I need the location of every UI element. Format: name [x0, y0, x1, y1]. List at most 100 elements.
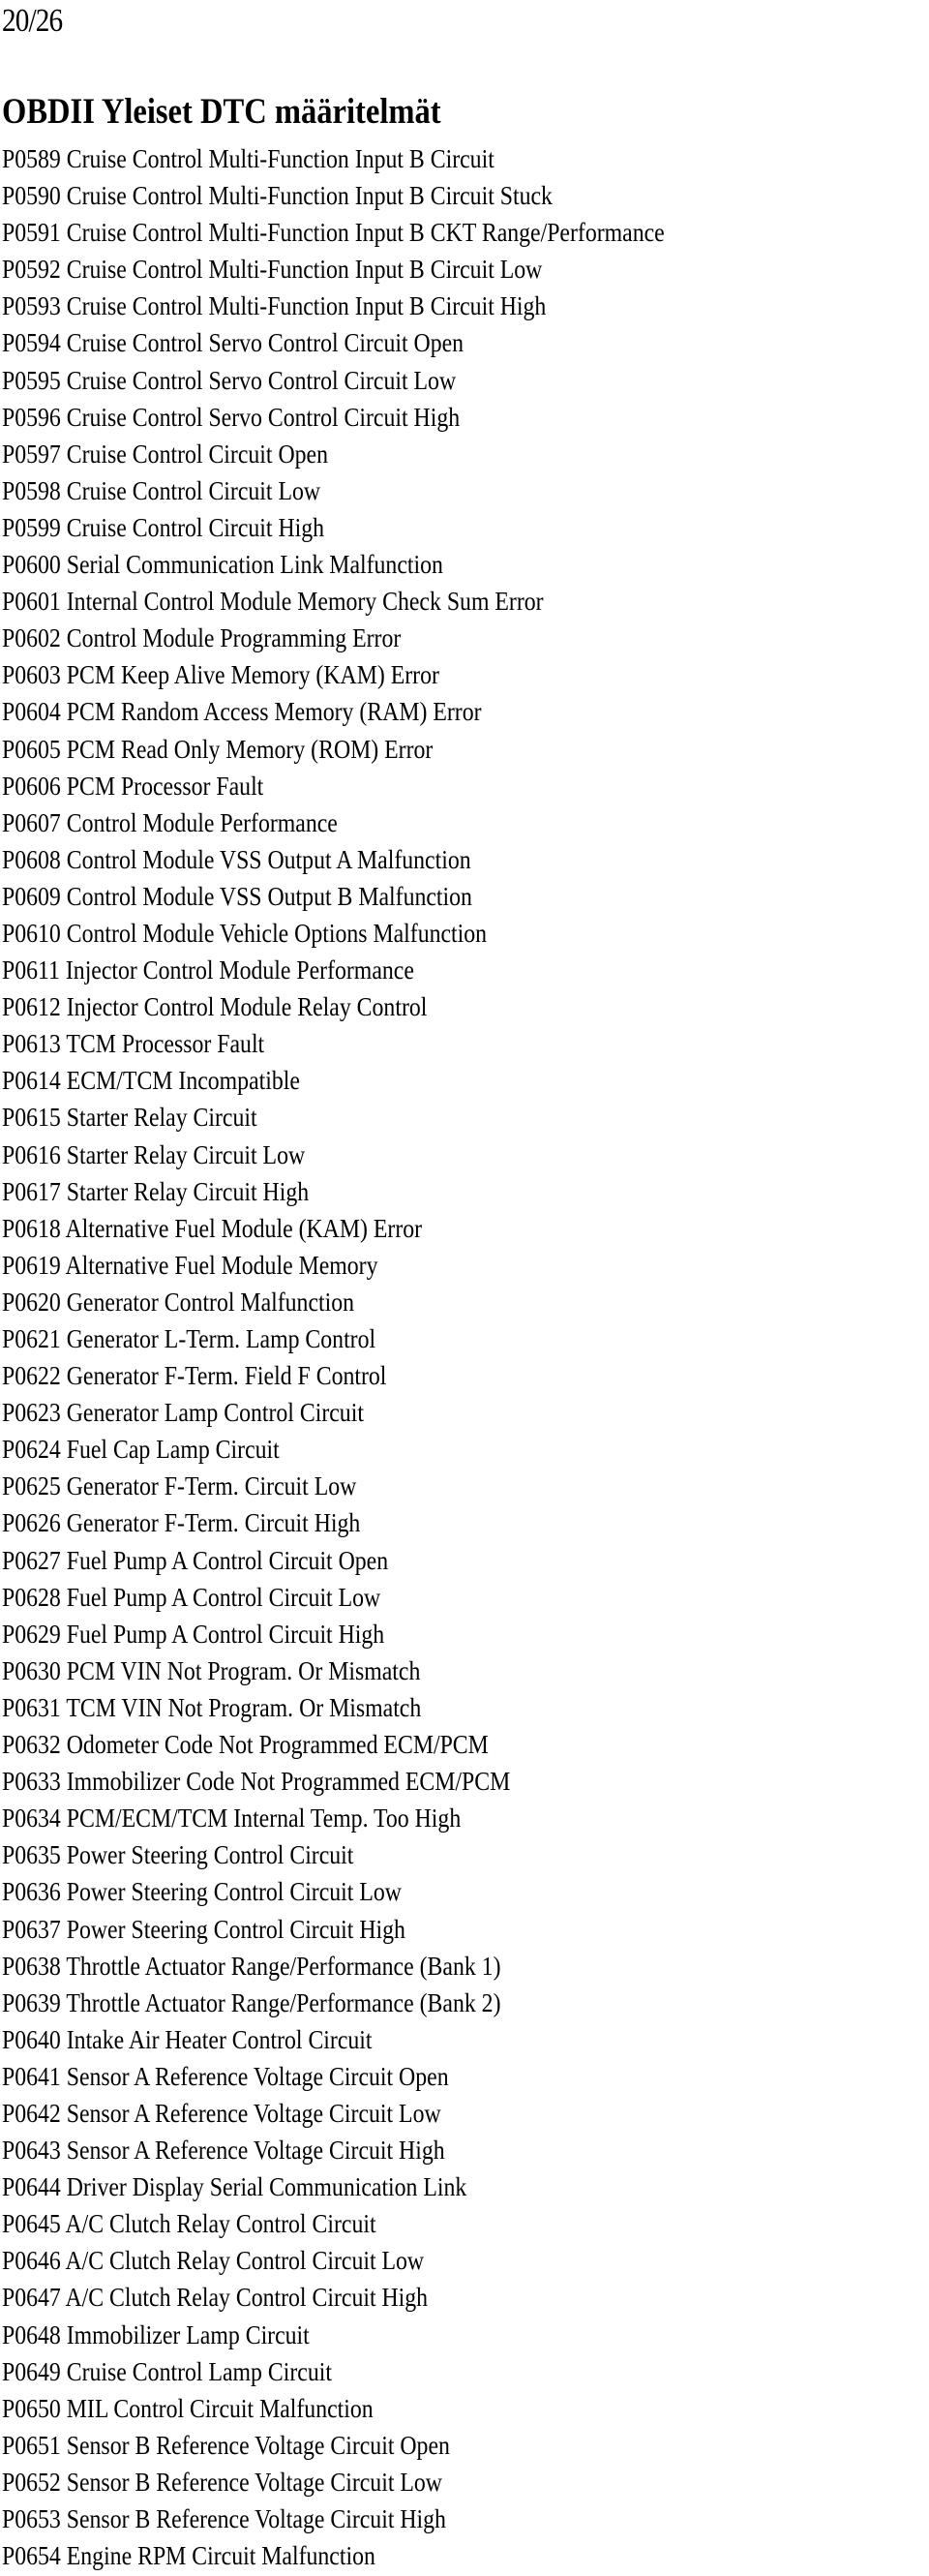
dtc-code: P0621: [2, 1323, 61, 1353]
dtc-code: P0614: [2, 1065, 61, 1096]
dtc-description: Sensor A Reference Voltage Circuit High: [66, 2135, 445, 2166]
dtc-description: Throttle Actuator Range/Performance (Ban…: [66, 1986, 501, 2017]
dtc-code: P0611: [2, 955, 60, 985]
dtc-description: Generator F-Term. Field F Control: [66, 1360, 387, 1391]
dtc-row: P0634 PCM/ECM/TCM Internal Temp. Too Hig…: [2, 1800, 665, 1836]
dtc-row: P0623 Generator Lamp Control Circuit: [2, 1394, 665, 1431]
dtc-row: P0646 A/C Clutch Relay Control Circuit L…: [2, 2242, 665, 2279]
dtc-description: Generator Lamp Control Circuit: [66, 1397, 364, 1428]
dtc-description: Alternative Fuel Module Memory: [65, 1249, 378, 1280]
dtc-row: P0625 Generator F-Term. Circuit Low: [2, 1468, 665, 1504]
dtc-description: Cruise Control Multi-Function Input B Ci…: [66, 290, 547, 321]
dtc-code: P0590: [2, 180, 61, 211]
dtc-description: Control Module VSS Output A Malfunction: [66, 843, 471, 874]
dtc-description: Cruise Control Lamp Circuit: [66, 2355, 332, 2386]
dtc-row: P0613 TCM Processor Fault: [2, 1025, 665, 1062]
dtc-row: P0589 Cruise Control Multi-Function Inpu…: [2, 140, 665, 177]
dtc-description: A/C Clutch Relay Control Circuit: [65, 2208, 376, 2239]
dtc-description: Odometer Code Not Programmed ECM/PCM: [66, 1729, 489, 1760]
dtc-row: P0607 Control Module Performance: [2, 804, 665, 841]
dtc-description: Throttle Actuator Range/Performance (Ban…: [66, 1950, 501, 1981]
dtc-description: Sensor B Reference Voltage Circuit High: [66, 2503, 446, 2533]
dtc-description: Starter Relay Circuit Low: [66, 1138, 306, 1169]
dtc-description: Sensor A Reference Voltage Circuit Open: [66, 2060, 449, 2091]
dtc-code: P0598: [2, 474, 61, 505]
dtc-row: P0612 Injector Control Module Relay Cont…: [2, 988, 665, 1025]
dtc-code: P0610: [2, 917, 61, 948]
dtc-row: P0639 Throttle Actuator Range/Performanc…: [2, 1985, 665, 2021]
dtc-code: P0623: [2, 1397, 61, 1428]
dtc-description: Engine RPM Circuit Malfunction: [66, 2540, 375, 2571]
dtc-code: P0620: [2, 1286, 61, 1317]
dtc-row: P0594 Cruise Control Servo Control Circu…: [2, 324, 665, 361]
dtc-description: MIL Control Circuit Malfunction: [66, 2392, 374, 2423]
dtc-description: Internal Control Module Memory Check Sum…: [66, 586, 544, 617]
dtc-row: P0631 TCM VIN Not Program. Or Mismatch: [2, 1689, 665, 1726]
dtc-code: P0628: [2, 1581, 61, 1612]
dtc-description: TCM VIN Not Program. Or Mismatch: [66, 1691, 422, 1722]
dtc-code: P0626: [2, 1507, 61, 1538]
dtc-code: P0618: [2, 1212, 61, 1243]
dtc-code: P0603: [2, 659, 61, 690]
dtc-description: PCM Keep Alive Memory (KAM) Error: [66, 659, 439, 690]
dtc-code: P0613: [2, 1028, 61, 1059]
dtc-description: Driver Display Serial Communication Link: [66, 2171, 467, 2202]
dtc-code: P0630: [2, 1654, 61, 1685]
dtc-row: P0653 Sensor B Reference Voltage Circuit…: [2, 2500, 665, 2537]
dtc-code: P0595: [2, 364, 61, 395]
dtc-code: P0645: [2, 2208, 61, 2239]
dtc-row: P0640 Intake Air Heater Control Circuit: [2, 2021, 665, 2058]
dtc-code: P0602: [2, 622, 61, 653]
dtc-code: P0619: [2, 1249, 61, 1280]
page-number: 20/26: [2, 3, 63, 39]
dtc-row: P0600 Serial Communication Link Malfunct…: [2, 546, 665, 583]
dtc-description: Generator L-Term. Lamp Control: [66, 1323, 376, 1353]
dtc-code: P0609: [2, 880, 61, 911]
dtc-row: P0632 Odometer Code Not Programmed ECM/P…: [2, 1726, 665, 1763]
dtc-row: P0618 Alternative Fuel Module (KAM) Erro…: [2, 1210, 665, 1247]
dtc-row: P0637 Power Steering Control Circuit Hig…: [2, 1911, 665, 1948]
dtc-code: P0608: [2, 843, 61, 874]
dtc-row: P0591 Cruise Control Multi-Function Inpu…: [2, 214, 665, 251]
dtc-code: P0637: [2, 1913, 61, 1944]
dtc-row: P0597 Cruise Control Circuit Open: [2, 436, 665, 472]
dtc-row: P0609 Control Module VSS Output B Malfun…: [2, 878, 665, 915]
dtc-code: P0617: [2, 1175, 61, 1206]
dtc-description: Generator F-Term. Circuit Low: [66, 1470, 357, 1501]
dtc-description: PCM VIN Not Program. Or Mismatch: [66, 1654, 421, 1685]
dtc-row: P0605 PCM Read Only Memory (ROM) Error: [2, 731, 665, 768]
dtc-code: P0634: [2, 1803, 61, 1834]
dtc-row: P0627 Fuel Pump A Control Circuit Open: [2, 1542, 665, 1579]
dtc-description: Cruise Control Multi-Function Input B Ci…: [66, 180, 553, 211]
dtc-row: P0649 Cruise Control Lamp Circuit: [2, 2353, 665, 2390]
dtc-row: P0592 Cruise Control Multi-Function Inpu…: [2, 251, 665, 288]
dtc-description: Cruise Control Circuit Low: [66, 474, 321, 505]
dtc-row: P0619 Alternative Fuel Module Memory: [2, 1247, 665, 1284]
dtc-row: P0606 PCM Processor Fault: [2, 768, 665, 804]
dtc-code: P0650: [2, 2392, 61, 2423]
dtc-row: P0652 Sensor B Reference Voltage Circuit…: [2, 2464, 665, 2500]
dtc-row: P0622 Generator F-Term. Field F Control: [2, 1357, 665, 1394]
dtc-row: P0636 Power Steering Control Circuit Low: [2, 1873, 665, 1910]
dtc-description: Power Steering Control Circuit High: [66, 1913, 405, 1944]
dtc-code: P0632: [2, 1729, 61, 1760]
dtc-row: P0621 Generator L-Term. Lamp Control: [2, 1320, 665, 1357]
dtc-description: Control Module VSS Output B Malfunction: [66, 880, 472, 911]
dtc-row: P0616 Starter Relay Circuit Low: [2, 1136, 665, 1173]
dtc-code: P0641: [2, 2060, 61, 2091]
dtc-description: Cruise Control Circuit High: [66, 511, 325, 542]
dtc-code: P0589: [2, 143, 61, 173]
dtc-description: Immobilizer Lamp Circuit: [66, 2318, 310, 2349]
dtc-row: P0638 Throttle Actuator Range/Performanc…: [2, 1948, 665, 1985]
dtc-code: P0612: [2, 991, 61, 1022]
dtc-code: P0644: [2, 2171, 61, 2202]
dtc-row: P0611 Injector Control Module Performanc…: [2, 952, 665, 988]
dtc-code: P0651: [2, 2429, 61, 2460]
dtc-code: P0601: [2, 586, 61, 617]
dtc-code: P0607: [2, 806, 61, 837]
dtc-row: P0590 Cruise Control Multi-Function Inpu…: [2, 177, 665, 214]
dtc-description: Cruise Control Servo Control Circuit Ope…: [66, 327, 464, 358]
dtc-description: Fuel Pump A Control Circuit Low: [66, 1581, 381, 1612]
dtc-row: P0643 Sensor A Reference Voltage Circuit…: [2, 2132, 665, 2168]
dtc-description: Starter Relay Circuit High: [66, 1175, 310, 1206]
